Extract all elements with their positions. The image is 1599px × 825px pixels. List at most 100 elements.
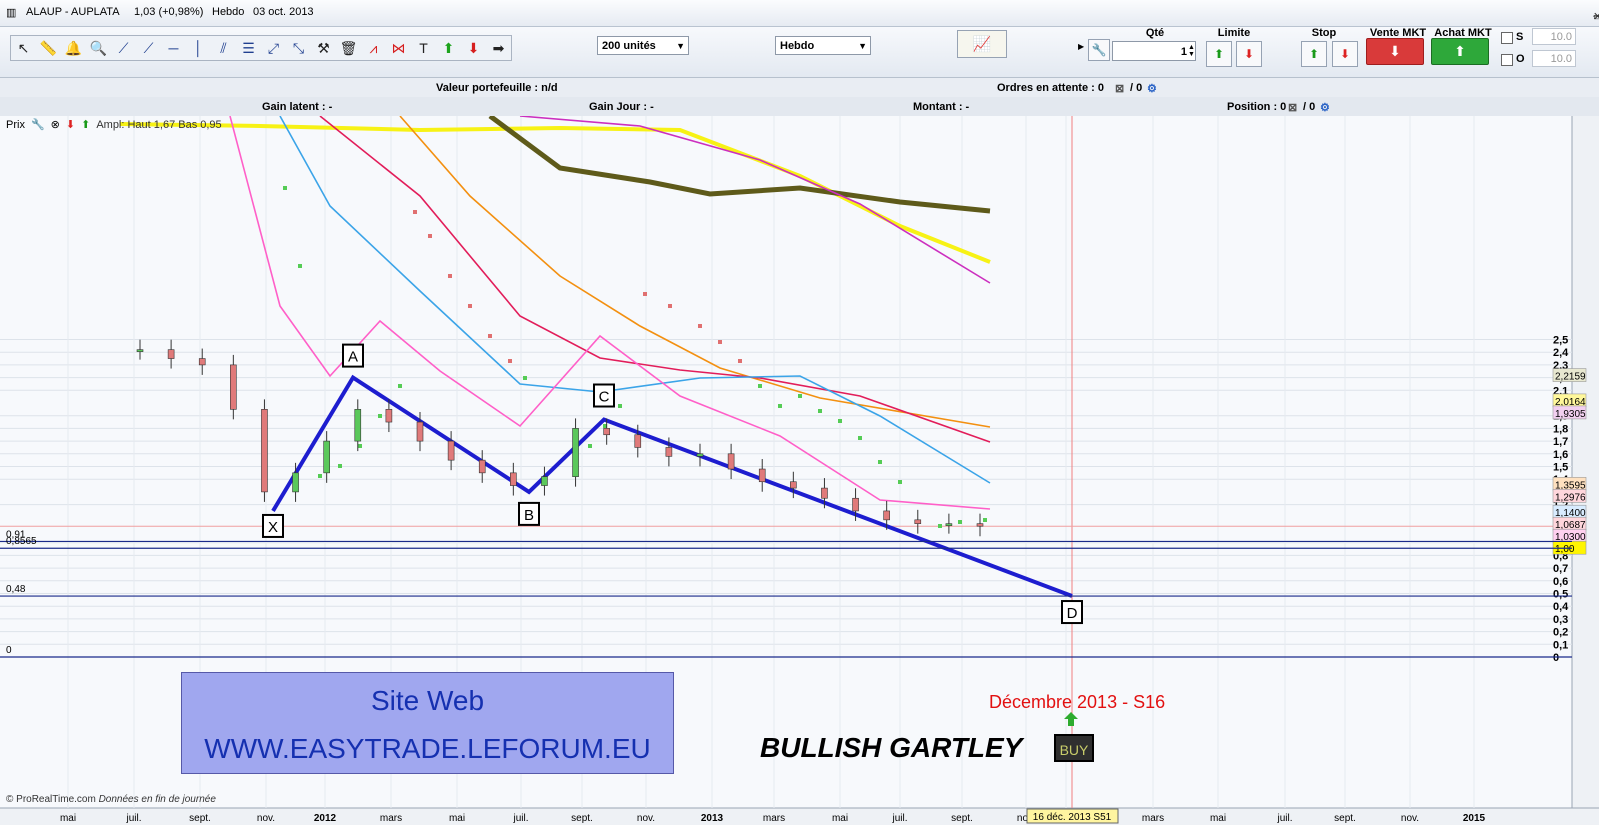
sar-dot xyxy=(283,186,287,190)
panel-down-icon[interactable]: ⬇ xyxy=(66,118,75,131)
candle-body xyxy=(136,349,144,352)
price-panel-header: Prix 🔧 ⊗ ⬇ ⬆ Ampl: Haut 1,67 Bas 0,95 xyxy=(6,118,222,132)
footer-note: Données en fin de journée xyxy=(98,794,216,805)
sar-dot xyxy=(643,292,647,296)
instrument-title: ALAUP - AUPLATA xyxy=(26,6,120,18)
sar-dot xyxy=(798,394,802,398)
trash-icon[interactable]: 🗑 xyxy=(336,36,361,60)
candle-body xyxy=(790,481,797,489)
text-icon[interactable]: T xyxy=(411,36,436,60)
candle-body xyxy=(665,447,673,457)
gain-latent: Gain latent : - xyxy=(262,101,333,113)
close-icon[interactable]: ✕ xyxy=(1593,10,1599,23)
wrench-icon[interactable]: 🔧 xyxy=(1088,39,1110,61)
s-value-input[interactable]: 10.0 xyxy=(1532,28,1576,45)
date-tick-label: sept. xyxy=(571,813,593,824)
price-tick-label: 0,2 xyxy=(1553,627,1568,639)
expand-icon[interactable]: ▶ xyxy=(1078,42,1084,51)
qty-spin-icon[interactable]: ▲ ▼ xyxy=(1188,44,1195,58)
indicators-icon[interactable]: 📈 xyxy=(957,30,1007,58)
candle-body xyxy=(914,519,922,524)
candle-body xyxy=(354,409,362,442)
horizontal-line-icon[interactable]: ─ xyxy=(161,36,186,60)
sell-mkt-button[interactable]: ⬇ xyxy=(1366,38,1424,65)
units-select[interactable]: 200 unités ▼ xyxy=(597,36,689,55)
stop-buy-button[interactable]: ⬆ xyxy=(1301,41,1327,67)
candle-body xyxy=(261,409,268,493)
sar-dot xyxy=(413,210,417,214)
fibonacci-icon[interactable]: ☰ xyxy=(236,36,261,60)
cursor-icon[interactable]: ↖ xyxy=(11,36,36,60)
sar-dot xyxy=(938,524,942,528)
o-label: O xyxy=(1516,53,1525,65)
pending-orders-settings-icon[interactable]: ⚙ xyxy=(1147,82,1157,95)
panel-up-icon[interactable]: ⬆ xyxy=(81,118,90,131)
sar-dot xyxy=(523,376,527,380)
qty-input[interactable]: 1 xyxy=(1112,41,1196,61)
price-tick-label: 0,1 xyxy=(1553,639,1568,651)
panel-close-icon[interactable]: ⊗ xyxy=(51,118,60,131)
limit-sell-button[interactable]: ⬇ xyxy=(1236,41,1262,67)
date-tick-label: mai xyxy=(60,813,76,824)
limit-buy-button[interactable]: ⬆ xyxy=(1206,41,1232,67)
panel-wrench-icon[interactable]: 🔧 xyxy=(31,118,45,131)
pattern-point-label: B xyxy=(524,507,534,524)
date-tick-label: 2015 xyxy=(1463,813,1486,824)
s-checkbox[interactable] xyxy=(1501,32,1513,44)
pattern-point-label: A xyxy=(348,349,358,366)
date-tick-label: mai xyxy=(449,813,465,824)
drawing-tools: ↖ 📏 🔔 🔍 ⟋ ⟋ ─ │ ⫽ ☰ ⤢ ⤡ ⚒ 🗑 ⩘ ⋈ T ⬆ ⬇ ➡ xyxy=(10,35,512,61)
date-tick-label: juil. xyxy=(512,813,528,824)
green-up-arrow-icon xyxy=(1064,712,1078,726)
right-arrow-icon[interactable]: ➡ xyxy=(486,36,511,60)
candle-body xyxy=(727,453,735,470)
alert-bell-icon[interactable]: 🔔 xyxy=(61,36,86,60)
candle-body xyxy=(696,453,704,457)
price-tick-label: 1,5 xyxy=(1553,462,1568,474)
candle-body xyxy=(572,428,579,477)
zoom-icon[interactable]: 🔍 xyxy=(86,36,111,60)
candle-body xyxy=(478,459,486,474)
sar-dot xyxy=(338,464,342,468)
position-clear-icon[interactable]: ⊠ xyxy=(1288,101,1297,114)
sar-dot xyxy=(983,518,987,522)
buy-mkt-button[interactable]: ⬆ xyxy=(1431,38,1489,65)
date-tick-label: nov. xyxy=(257,813,275,824)
fan-icon[interactable]: ⤢ xyxy=(261,36,286,60)
sar-dot xyxy=(778,404,782,408)
ruler-icon[interactable]: 📏 xyxy=(36,36,61,60)
price-tag-label: 1,9305 xyxy=(1555,409,1586,420)
ray-icon[interactable]: ⟋ xyxy=(136,36,161,60)
channel-icon[interactable]: ⫽ xyxy=(211,36,236,60)
arrows-icon[interactable]: ⤡ xyxy=(286,36,311,60)
vertical-line-icon[interactable]: │ xyxy=(186,36,211,60)
limit-label: Limite xyxy=(1217,27,1251,39)
sell-arrow-icon[interactable]: ⬇ xyxy=(461,36,486,60)
zigzag-icon[interactable]: ⋈ xyxy=(386,36,411,60)
amplitude-text: Ampl: Haut 1,67 Bas 0,95 xyxy=(96,118,222,131)
support-level-label: 0,8565 xyxy=(6,536,37,547)
sar-dot xyxy=(838,419,842,423)
sar-dot xyxy=(958,520,962,524)
sar-dot xyxy=(318,474,322,478)
tools-icon[interactable]: ⚒ xyxy=(311,36,336,60)
period-select[interactable]: Hebdo ▼ xyxy=(775,36,871,55)
pattern-icon[interactable]: ⩘ xyxy=(361,36,386,60)
buy-arrow-icon[interactable]: ⬆ xyxy=(436,36,461,60)
website-url: WWW.EASYTRADE.LEFORUM.EU xyxy=(204,733,651,764)
trendline-icon[interactable]: ⟋ xyxy=(111,36,136,60)
candle-body xyxy=(323,440,330,474)
date-cursor-label: 16 déc. 2013 S51 xyxy=(1033,812,1112,823)
timeframe-label: Hebdo xyxy=(212,6,245,18)
position-settings-icon[interactable]: ⚙ xyxy=(1320,101,1330,114)
sar-dot xyxy=(378,414,382,418)
stop-sell-button[interactable]: ⬇ xyxy=(1332,41,1358,67)
pending-orders: Ordres en attente : 0 xyxy=(997,82,1104,94)
candle-body xyxy=(758,468,766,483)
pending-orders-clear-icon[interactable]: ⊠ xyxy=(1115,82,1124,95)
pending-orders-sep: / 0 xyxy=(1130,82,1143,94)
date-tick-label: mai xyxy=(832,813,848,824)
o-value-input[interactable]: 10.0 xyxy=(1532,50,1576,67)
o-checkbox[interactable] xyxy=(1501,54,1513,66)
candle-body xyxy=(510,472,517,486)
